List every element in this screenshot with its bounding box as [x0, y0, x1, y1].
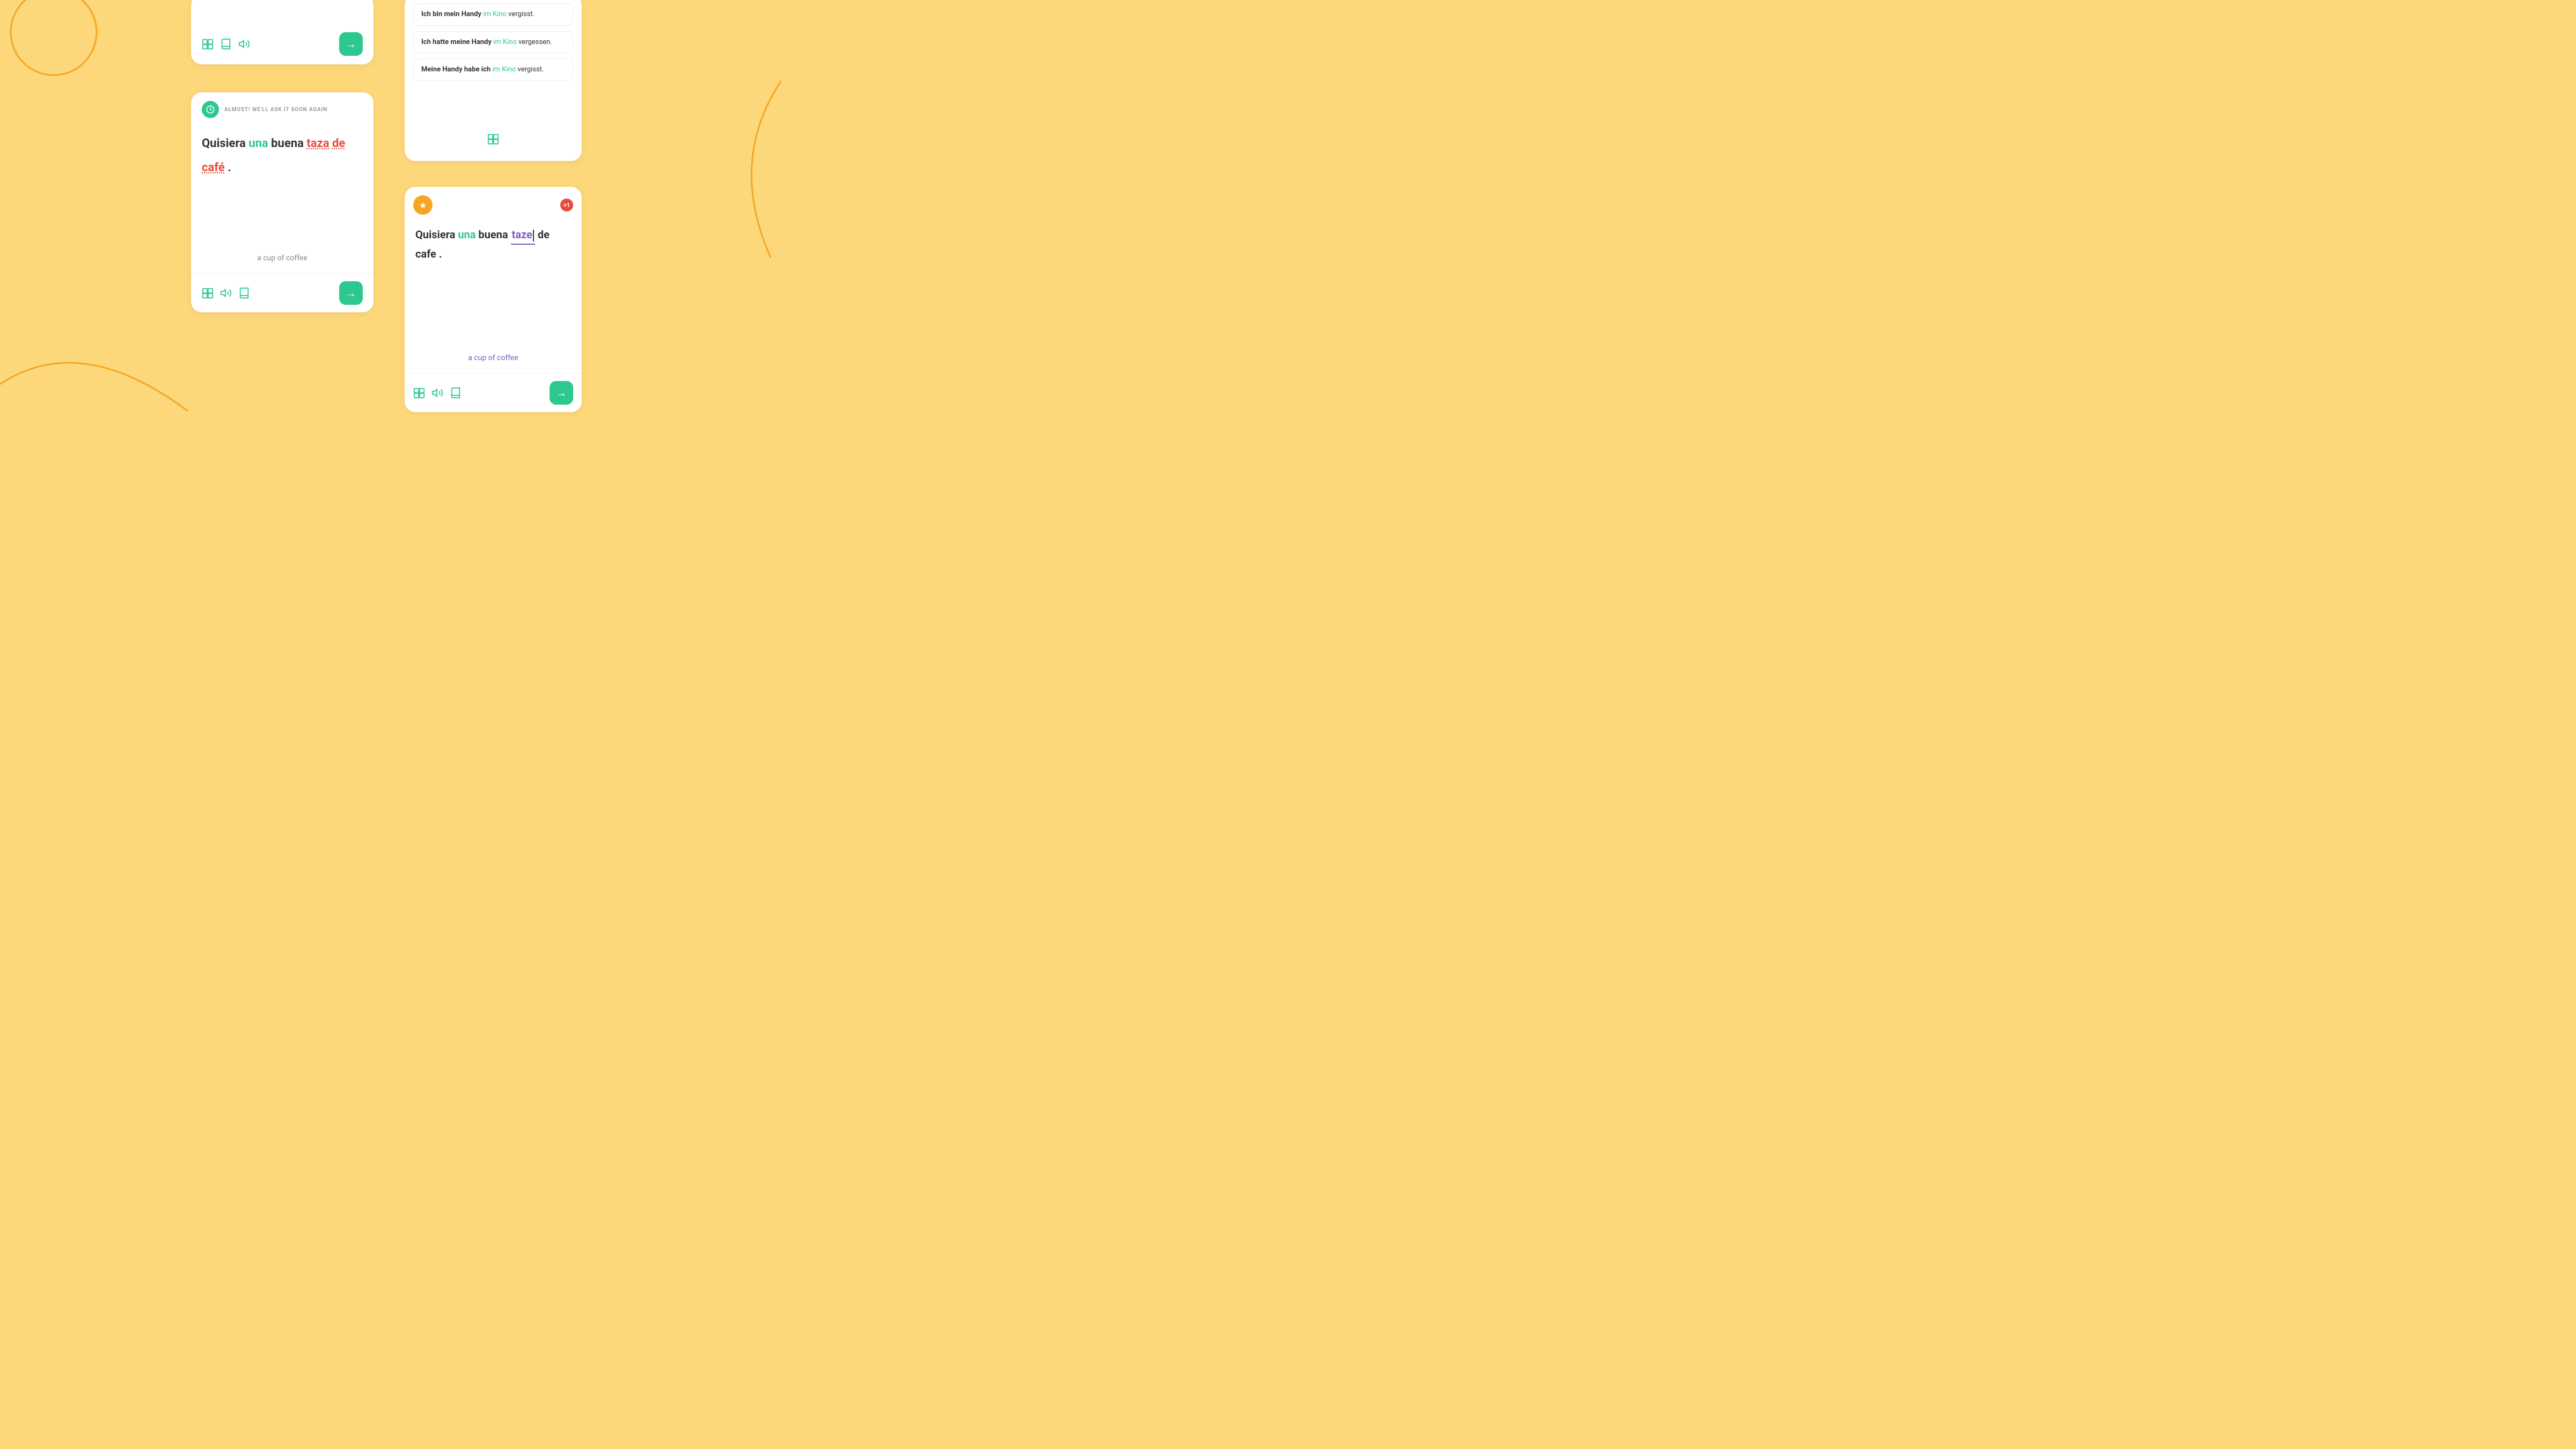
star-badge: ★	[413, 195, 433, 215]
word-de1: de	[332, 137, 345, 150]
translate-icon-mid[interactable]	[202, 287, 214, 299]
translate-icon-right[interactable]	[421, 133, 566, 145]
clock-icon	[202, 101, 219, 118]
german-rest-2: vergessen.	[518, 38, 552, 46]
word-una: una	[248, 137, 271, 150]
typed-taze: taze	[511, 225, 535, 245]
type-buena: buena	[478, 228, 510, 241]
volume-icon[interactable]	[238, 38, 250, 50]
translation-purple: a cup of coffee	[405, 348, 582, 373]
type-cafe: cafe	[415, 247, 439, 260]
book-icon-bot[interactable]	[450, 387, 462, 399]
almost-text: ALMOST! WE'LL ASK IT SOON AGAIN	[224, 107, 327, 113]
word-period1: .	[225, 161, 231, 174]
arrow-icon-mid: →	[346, 287, 356, 300]
next-button-bot[interactable]: →	[550, 381, 573, 405]
plus-count: +1	[564, 202, 570, 209]
german-bold-2: Ich hatte meine Handy	[421, 38, 492, 46]
translation-text: a cup of coffee	[191, 248, 374, 273]
book-icon-mid[interactable]	[238, 287, 250, 299]
next-button-mid[interactable]: →	[339, 281, 363, 305]
german-footer	[413, 126, 573, 152]
type-una: una	[458, 228, 478, 241]
german-rest-1: vergisst.	[508, 10, 535, 18]
german-bold-1: Ich bin mein Handy	[421, 10, 481, 18]
book-icon[interactable]	[220, 38, 232, 50]
card-mid-footer: →	[191, 273, 374, 312]
card-mid-left: ALMOST! WE'LL ASK IT SOON AGAIN Quisiera…	[191, 92, 374, 312]
type-period: .	[439, 247, 442, 260]
arrow-icon: →	[346, 38, 356, 51]
german-rest-3: vergisst.	[517, 65, 544, 74]
star-icon: ★	[419, 200, 427, 210]
volume-icon-bot[interactable]	[431, 387, 443, 399]
card-bot-right: ★ +1 Quisiera una buena taze de cafe . a…	[405, 187, 582, 412]
word-taza: taza	[306, 137, 329, 150]
volume-icon-mid[interactable]	[220, 287, 232, 299]
german-green-1: im Kino	[483, 10, 507, 18]
german-sentence-3[interactable]: Meine Handy habe ich im Kino vergisst.	[413, 58, 573, 81]
card-top-left: →	[191, 0, 374, 64]
translate-icon[interactable]	[202, 38, 214, 50]
type-de: de	[535, 228, 550, 241]
sentence-line-2: café .	[202, 158, 363, 177]
sentence-area: Quisiera una buena taza de café .	[191, 123, 374, 248]
almost-banner: ALMOST! WE'LL ASK IT SOON AGAIN	[191, 92, 374, 123]
plus-badge: +1	[560, 199, 573, 211]
sentence-line-1: Quisiera una buena taza de	[202, 134, 363, 153]
word-cafe: café	[202, 161, 225, 174]
card-bot-header: ★ +1	[405, 187, 582, 220]
word-buena: buena	[271, 137, 306, 150]
typing-sentence: Quisiera una buena taze de cafe .	[405, 220, 582, 263]
card-bot-footer: →	[405, 373, 582, 412]
german-sentence-2[interactable]: Ich hatte meine Handy im Kino vergessen.	[413, 31, 573, 54]
german-sentence-1[interactable]: Ich bin mein Handy im Kino vergisst.	[413, 3, 573, 26]
german-green-3: im Kino	[492, 65, 516, 74]
german-green-2: im Kino	[493, 38, 517, 46]
cursor	[533, 230, 534, 241]
type-quisiera: Quisiera	[415, 228, 458, 241]
next-button-top[interactable]: →	[339, 32, 363, 56]
translate-icon-bot[interactable]	[413, 387, 425, 399]
word-quisiera: Quisiera	[202, 137, 248, 150]
german-bold-3: Meine Handy habe ich	[421, 65, 491, 74]
card-top-right: Ich bin mein Handy im Kino vergisst. Ich…	[405, 0, 582, 161]
arrow-icon-bot: →	[556, 386, 567, 400]
